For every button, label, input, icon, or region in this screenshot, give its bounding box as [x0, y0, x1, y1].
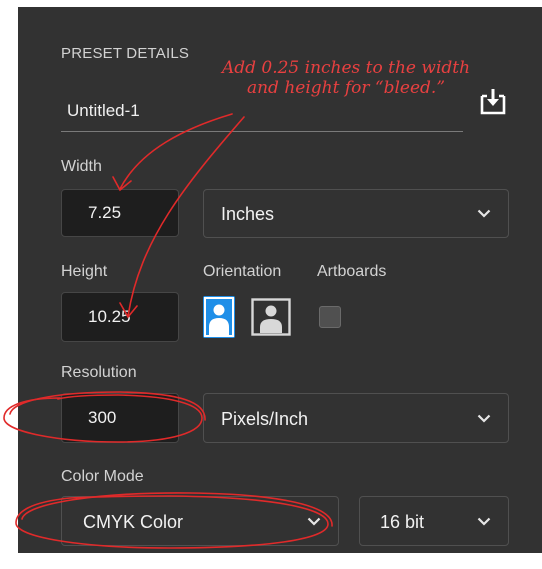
annotation-text: Add 0.25 inches to the width and height …	[196, 58, 496, 98]
annotation-line-2: and height for “bleed.”	[246, 78, 446, 98]
annotation-line-1: Add 0.25 inches to the width	[221, 58, 471, 78]
color-mode-circle	[15, 495, 329, 549]
arrow-to-height	[127, 116, 245, 317]
resolution-circle	[3, 394, 203, 443]
